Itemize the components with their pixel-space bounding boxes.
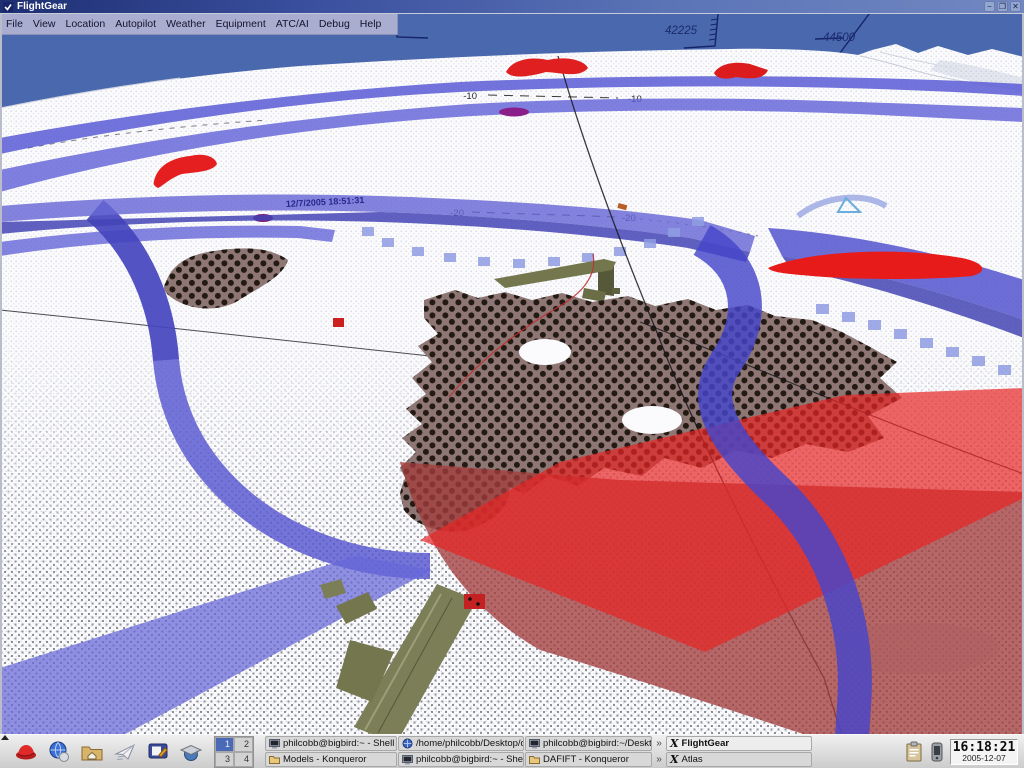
desktop: FlightGear − ❐ ✕ xyxy=(0,0,1024,768)
task-label: philcobb@bigbird:~ - Shell - K xyxy=(283,738,397,749)
graduation-cap-icon xyxy=(179,740,203,764)
taskbar-button-shell-2[interactable]: philcobb@bigbird:~/Desktop/d xyxy=(525,736,652,751)
scene-3d: 42225 44500 -10 -10 -20 xyxy=(0,14,1024,734)
menu-item-autopilot[interactable]: Autopilot xyxy=(115,14,156,35)
terminal-icon xyxy=(529,738,540,749)
window-titlebar[interactable]: FlightGear − ❐ ✕ xyxy=(0,0,1024,14)
taskbar-button-konqueror-dafif[interactable]: /home/philcobb/Desktop/dafif xyxy=(398,736,524,751)
paper-airplane-icon xyxy=(113,740,137,764)
menu-item-view[interactable]: View xyxy=(33,14,56,35)
taskbar-button-shell-1[interactable]: philcobb@bigbird:~ - Shell - K xyxy=(265,736,397,751)
tray-device-icon[interactable] xyxy=(930,742,944,762)
task-label: FlightGear xyxy=(682,738,730,749)
flightgear-3d-view[interactable]: 42225 44500 -10 -10 -20 xyxy=(0,14,1024,734)
task-label: /home/philcobb/Desktop/dafif xyxy=(416,738,524,749)
taskbar-buttons: philcobb@bigbird:~ - Shell - K /home/phi… xyxy=(265,736,812,767)
minimize-button[interactable]: − xyxy=(984,1,995,12)
flightgear-window-icon xyxy=(3,2,13,12)
taskbar-overflow-chevron[interactable]: » xyxy=(653,752,665,767)
x11-icon: X xyxy=(670,738,679,749)
contour-label: -10 xyxy=(463,91,477,102)
kicker-panel: 1 2 3 4 philcobb@bigbird:~ - Shell - K /… xyxy=(0,734,1024,768)
terminal-icon xyxy=(269,738,280,749)
launcher-redhat-menu[interactable] xyxy=(13,739,39,765)
globe-icon xyxy=(47,740,71,764)
clock-date: 2005-12-07 xyxy=(951,754,1017,763)
task-label: Models - Konqueror xyxy=(283,754,366,765)
home-folder-icon xyxy=(80,740,104,764)
launcher-writer[interactable] xyxy=(145,739,171,765)
altitude-label-44500: 44500 xyxy=(823,32,856,44)
clock[interactable]: 16:18:21 2005-12-07 xyxy=(950,739,1018,765)
pager-desktop-4[interactable]: 4 xyxy=(234,752,253,767)
terminal-icon xyxy=(402,754,413,765)
task-label: philcobb@bigbird:~ - Shell - K xyxy=(416,754,524,765)
folder-icon xyxy=(529,754,540,765)
pager-desktop-2[interactable]: 2 xyxy=(234,737,253,752)
writer-icon xyxy=(146,740,170,764)
menu-item-equipment[interactable]: Equipment xyxy=(216,14,266,35)
task-label: Atlas xyxy=(682,754,703,765)
taskbar-button-shell-3[interactable]: philcobb@bigbird:~ - Shell - K xyxy=(398,752,524,767)
menu-item-help[interactable]: Help xyxy=(360,14,382,35)
sua-purple xyxy=(499,108,529,117)
task-label: philcobb@bigbird:~/Desktop/d xyxy=(543,738,652,749)
folder-icon xyxy=(269,754,280,765)
taskbar-button-models[interactable]: Models - Konqueror xyxy=(265,752,397,767)
window-buttons: − ❐ ✕ xyxy=(984,1,1021,12)
menu-item-file[interactable]: File xyxy=(6,14,23,35)
taskbar-button-atlas[interactable]: X Atlas xyxy=(666,752,812,767)
task-label: DAFIFT - Konqueror xyxy=(543,754,629,765)
klipper-clipboard-icon[interactable] xyxy=(904,741,924,763)
taskbar-button-flightgear[interactable]: X FlightGear xyxy=(666,736,812,751)
system-tray: 16:18:21 2005-12-07 xyxy=(904,739,1020,765)
panel-hide-arrow[interactable] xyxy=(1,735,9,740)
launcher-home-folder[interactable] xyxy=(79,739,105,765)
launcher-web-browser[interactable] xyxy=(46,739,72,765)
window-title: FlightGear xyxy=(17,0,67,13)
pager-desktop-1[interactable]: 1 xyxy=(215,737,234,752)
launcher-graduation-cap[interactable] xyxy=(178,739,204,765)
menu-item-weather[interactable]: Weather xyxy=(166,14,206,35)
redhat-icon xyxy=(14,740,38,764)
menubar: File View Location Autopilot Weather Equ… xyxy=(0,14,398,35)
altitude-label-42225: 42225 xyxy=(665,25,698,37)
menu-item-location[interactable]: Location xyxy=(66,14,106,35)
menu-item-debug[interactable]: Debug xyxy=(319,14,350,35)
restore-button[interactable]: ❐ xyxy=(997,1,1008,12)
window-frame-left xyxy=(0,14,2,734)
clock-time: 16:18:21 xyxy=(951,741,1017,754)
panel-launchers xyxy=(13,739,204,765)
konqueror-icon xyxy=(402,738,413,749)
desktop-pager: 1 2 3 4 xyxy=(214,736,254,768)
close-button[interactable]: ✕ xyxy=(1010,1,1021,12)
menu-item-atc-ai[interactable]: ATC/AI xyxy=(276,14,309,35)
taskbar-overflow-chevron[interactable]: » xyxy=(653,736,665,751)
x11-icon: X xyxy=(670,754,679,765)
pager-desktop-3[interactable]: 3 xyxy=(215,752,234,767)
taskbar-button-dafift[interactable]: DAFIFT - Konqueror xyxy=(525,752,652,767)
launcher-paper-airplane[interactable] xyxy=(112,739,138,765)
